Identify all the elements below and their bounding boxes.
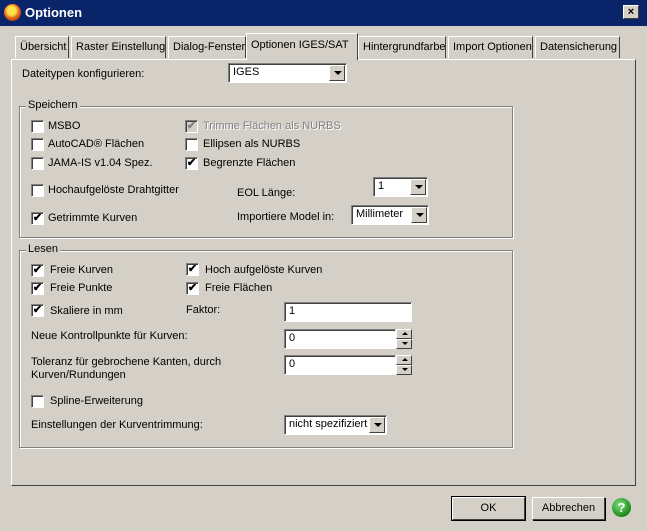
trim-nurbs-checkbox: ✔ (185, 120, 198, 133)
spline-extension-label: Spline-Erweiterung (50, 395, 143, 407)
eol-length-value: 1 (378, 180, 385, 192)
bounded-surfaces-label: Begrenzte Flächen (203, 157, 296, 169)
factor-label: Faktor: (186, 304, 221, 316)
tolerance-input[interactable]: 0 (284, 355, 396, 375)
curve-trimming-label: Einstellungen der Kurventrimmung: (31, 419, 203, 431)
free-curves-checkbox[interactable]: ✔ (31, 264, 44, 277)
chevron-down-icon[interactable] (369, 417, 385, 433)
curve-trimming-value: nicht spezifiziert (289, 418, 368, 430)
jama-label: JAMA-IS v1.04 Spez. (48, 157, 153, 169)
eol-length-select[interactable]: 1 (373, 177, 428, 197)
cancel-button[interactable]: Abbrechen (532, 497, 605, 520)
hires-wireframe-checkbox[interactable] (31, 184, 44, 197)
scale-mm-checkbox[interactable]: ✔ (31, 304, 44, 317)
tab-dialog-fenster[interactable]: Dialog-Fenster (168, 36, 246, 58)
filetype-value: IGES (233, 66, 260, 78)
hires-curves-checkbox[interactable]: ✔ (186, 263, 199, 276)
window-title: Optionen (25, 5, 83, 20)
control-points-input[interactable]: 0 (284, 329, 396, 349)
import-model-value: Millimeter (356, 208, 404, 220)
chevron-down-icon[interactable] (410, 179, 426, 195)
tab-datensicherung[interactable]: Datensicherung (535, 36, 620, 58)
import-model-select[interactable]: Millimeter (351, 205, 429, 225)
eol-length-label: EOL Länge: (237, 187, 296, 199)
autocad-label: AutoCAD® Flächen (48, 138, 145, 150)
ellipse-nurbs-checkbox[interactable] (185, 138, 198, 151)
app-flame-icon (4, 4, 21, 21)
spin-down-icon[interactable] (396, 339, 412, 349)
tolerance-label: Toleranz für gebrochene Kanten, durch Ku… (31, 356, 222, 381)
tab-uebersicht[interactable]: Übersicht (15, 36, 69, 58)
control-points-label: Neue Kontrollpunkte für Kurven: (31, 330, 188, 342)
free-surfaces-label: Freie Flächen (205, 282, 273, 294)
save-group-legend: Speichern (26, 99, 80, 111)
msbo-label: MSBO (48, 120, 81, 132)
chevron-down-icon[interactable] (411, 207, 427, 223)
spline-extension-checkbox[interactable] (31, 395, 44, 408)
hires-curves-label: Hoch aufgelöste Kurven (205, 264, 323, 276)
import-model-label: Importiere Model in: (237, 211, 335, 223)
trim-nurbs-label: Trimme Flächen als NURBS (203, 120, 341, 132)
free-points-label: Freie Punkte (50, 282, 113, 294)
tab-hintergrundfarbe[interactable]: Hintergrundfarbe (358, 36, 446, 58)
spin-up-icon[interactable] (396, 355, 412, 365)
ok-button[interactable]: OK (451, 496, 526, 521)
spin-up-icon[interactable] (396, 329, 412, 339)
trimmed-curves-label: Getrimmte Kurven (48, 212, 138, 224)
hires-wireframe-label: Hochaufgelöste Drahtgitter (48, 184, 179, 196)
curve-trimming-select[interactable]: nicht spezifiziert (284, 415, 387, 435)
free-surfaces-checkbox[interactable]: ✔ (186, 282, 199, 295)
close-button[interactable]: × (623, 5, 639, 19)
control-points-spinner[interactable] (396, 329, 412, 349)
filetype-label: Dateitypen konfigurieren: (22, 68, 145, 80)
tolerance-spinner[interactable] (396, 355, 412, 375)
bounded-surfaces-checkbox[interactable]: ✔ (185, 157, 198, 170)
scale-mm-label: Skaliere in mm (50, 305, 123, 317)
spin-down-icon[interactable] (396, 365, 412, 375)
filetype-select[interactable]: IGES (228, 63, 347, 83)
trimmed-curves-checkbox[interactable]: ✔ (31, 212, 44, 225)
free-curves-label: Freie Kurven (50, 264, 113, 276)
msbo-checkbox[interactable] (31, 120, 44, 133)
factor-input[interactable]: 1 (284, 302, 412, 322)
autocad-checkbox[interactable] (31, 138, 44, 151)
free-points-checkbox[interactable]: ✔ (31, 282, 44, 295)
ellipse-nurbs-label: Ellipsen als NURBS (203, 138, 301, 150)
help-icon[interactable]: ? (612, 498, 631, 517)
jama-checkbox[interactable] (31, 157, 44, 170)
tab-import-optionen[interactable]: Import Optionen (448, 36, 533, 58)
tab-raster-einstellung[interactable]: Raster Einstellung (71, 36, 166, 58)
read-group-legend: Lesen (26, 243, 60, 255)
chevron-down-icon[interactable] (329, 65, 345, 81)
tab-optionen-iges-sat[interactable]: Optionen IGES/SAT (246, 33, 358, 60)
title-bar: Optionen × (0, 0, 647, 26)
